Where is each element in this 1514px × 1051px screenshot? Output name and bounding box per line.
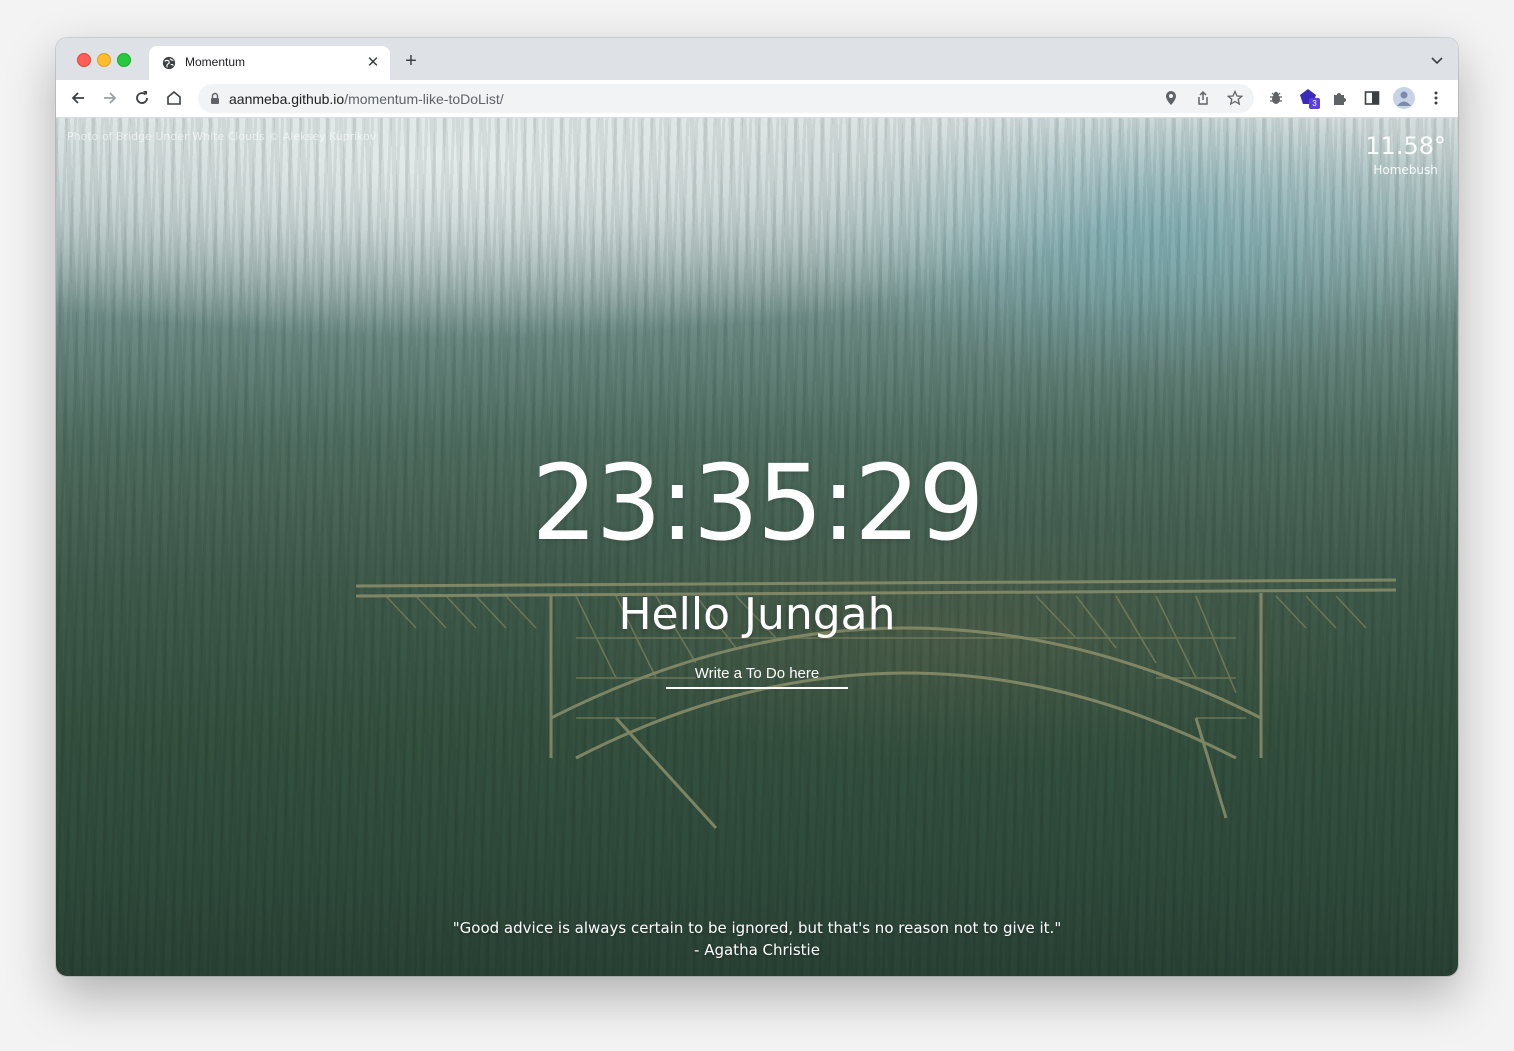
tab-momentum[interactable]: Momentum ✕ (149, 46, 390, 80)
photo-credit: Photo of Bridge Under White Clouds © Ale… (67, 130, 377, 143)
extension-badge-icon[interactable]: 3 (1299, 88, 1320, 109)
bug-extension-icon[interactable] (1267, 89, 1285, 107)
browser-window: Momentum ✕ + aanmeba.github.io/momentum-… (56, 38, 1458, 976)
weather-temperature: 11.58° (1365, 132, 1446, 160)
tab-title: Momentum (185, 55, 246, 69)
momentum-page: Photo of Bridge Under White Clouds © Ale… (56, 118, 1458, 976)
star-icon[interactable] (1227, 90, 1243, 106)
address-bar[interactable]: aanmeba.github.io/momentum-like-toDoList… (198, 84, 1254, 113)
location-pin-icon[interactable] (1163, 90, 1179, 106)
quote-author: - Agatha Christie (694, 941, 820, 959)
minimize-window-button[interactable] (97, 53, 111, 67)
extension-badge-count: 3 (1309, 98, 1320, 109)
weather-city: Homebush (1373, 163, 1438, 177)
forward-arrow-icon[interactable] (101, 89, 119, 107)
profile-avatar[interactable] (1393, 87, 1415, 109)
kebab-menu-icon[interactable] (1427, 89, 1445, 107)
person-icon (1397, 91, 1411, 106)
clock: 23:35:29 (531, 442, 984, 564)
close-icon[interactable]: ✕ (365, 55, 381, 71)
close-window-button[interactable] (77, 53, 91, 67)
reload-icon[interactable] (133, 89, 151, 107)
tab-strip: Momentum ✕ + (56, 38, 1458, 80)
quote: "Good advice is always certain to be ign… (56, 917, 1458, 961)
globe-icon (162, 56, 176, 70)
greeting: Hello Jungah (618, 589, 896, 640)
maximize-window-button[interactable] (117, 53, 131, 67)
puzzle-icon[interactable] (1331, 89, 1349, 107)
weather-widget: 11.58° Homebush (1365, 130, 1446, 178)
home-icon[interactable] (165, 89, 183, 107)
todo-input[interactable] (666, 661, 848, 689)
side-panel-icon[interactable] (1363, 89, 1381, 107)
share-icon[interactable] (1195, 90, 1211, 106)
back-arrow-icon[interactable] (69, 89, 87, 107)
plus-icon[interactable]: + (400, 50, 422, 72)
chevron-down-icon[interactable] (1430, 53, 1444, 67)
url-domain: aanmeba.github.io (229, 91, 345, 107)
url-text[interactable]: aanmeba.github.io/momentum-like-toDoList… (229, 91, 504, 107)
lock-icon[interactable] (209, 92, 221, 105)
quote-text: "Good advice is always certain to be ign… (452, 919, 1062, 937)
toolbar: aanmeba.github.io/momentum-like-toDoList… (56, 80, 1458, 118)
url-path: /momentum-like-toDoList/ (344, 91, 504, 107)
